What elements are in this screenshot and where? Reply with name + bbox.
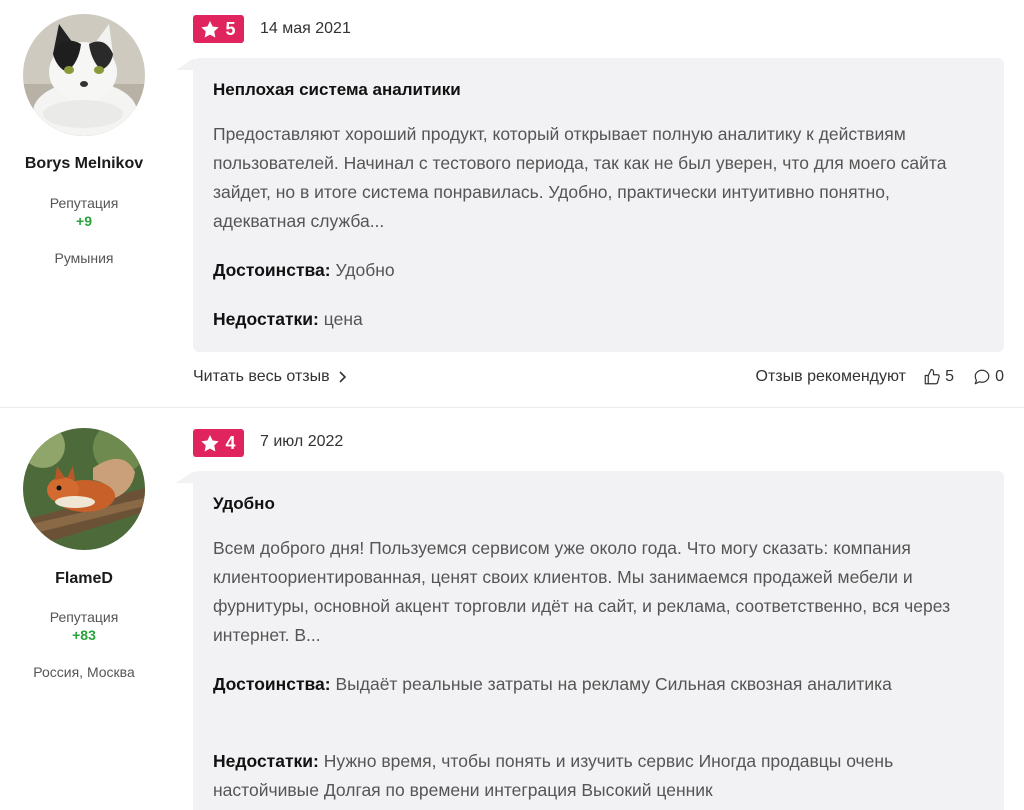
read-more-link[interactable]: Читать весь отзыв bbox=[193, 368, 346, 386]
cons-label: Недостатки: bbox=[213, 751, 319, 771]
card-notch bbox=[176, 58, 194, 70]
review-card: Удобно Всем доброго дня! Пользуемся серв… bbox=[193, 471, 1004, 810]
review-cons: Недостатки: Нужно время, чтобы понять и … bbox=[213, 747, 953, 805]
reputation-value: +83 bbox=[72, 627, 96, 643]
review-item: FlameD Репутация +83 Россия, Москва 4 7 … bbox=[0, 409, 1024, 810]
review-pros: Достоинства: Удобно bbox=[213, 256, 953, 285]
review-date: 7 июл 2022 bbox=[260, 433, 344, 450]
review-footer: Читать весь отзыв Отзыв рекомендуют 5 0 bbox=[193, 368, 1004, 392]
rating-value: 5 bbox=[225, 18, 236, 39]
read-more-label: Читать весь отзыв bbox=[193, 368, 330, 385]
author-location: Россия, Москва bbox=[33, 664, 135, 680]
review-text: Всем доброго дня! Пользуемся сервисом уж… bbox=[213, 538, 951, 645]
reputation-label: Репутация bbox=[49, 195, 119, 211]
review-date: 14 мая 2021 bbox=[260, 20, 351, 37]
review-item: Borys Melnikov Репутация +9 Румыния 5 14… bbox=[0, 0, 1024, 408]
cons-text: цена bbox=[323, 309, 363, 329]
author-name[interactable]: FlameD bbox=[0, 570, 168, 588]
review-text: Предоставляют хороший продукт, который о… bbox=[213, 124, 947, 231]
star-icon bbox=[201, 434, 220, 452]
chevron-right-icon bbox=[339, 371, 346, 383]
pros-label: Достоинства: bbox=[213, 260, 331, 280]
rating-value: 4 bbox=[225, 432, 236, 453]
squirrel-avatar[interactable] bbox=[23, 428, 145, 550]
card-notch bbox=[176, 471, 194, 483]
like-button[interactable]: 5 bbox=[923, 368, 954, 386]
review-card: Неплохая система аналитики Предоставляют… bbox=[193, 58, 1004, 352]
pros-text: Удобно bbox=[335, 260, 395, 280]
comment-icon bbox=[974, 369, 990, 385]
author-location: Румыния bbox=[54, 250, 114, 266]
recommend-label: Отзыв рекомендуют bbox=[755, 368, 906, 385]
star-icon bbox=[201, 20, 220, 38]
review-title[interactable]: Неплохая система аналитики bbox=[213, 80, 461, 100]
cat-avatar[interactable] bbox=[23, 14, 145, 136]
reputation-value: +9 bbox=[76, 213, 92, 229]
thumbs-up-icon bbox=[924, 368, 940, 385]
reputation-label: Репутация bbox=[49, 609, 119, 625]
rating-badge: 4 bbox=[193, 429, 244, 457]
pros-label: Достоинства: bbox=[213, 674, 331, 694]
review-cons: Недостатки: цена bbox=[213, 305, 953, 334]
author-name[interactable]: Borys Melnikov bbox=[0, 155, 168, 173]
comments-button[interactable]: 0 bbox=[973, 368, 1004, 386]
pros-text: Выдаёт реальные затраты на рекламу Сильн… bbox=[335, 674, 892, 694]
rating-badge: 5 bbox=[193, 15, 244, 43]
review-pros: Достоинства: Выдаёт реальные затраты на … bbox=[213, 670, 953, 699]
likes-count: 5 bbox=[945, 368, 954, 385]
review-title[interactable]: Удобно bbox=[213, 494, 275, 514]
comments-count: 0 bbox=[995, 368, 1004, 385]
cons-label: Недостатки: bbox=[213, 309, 319, 329]
